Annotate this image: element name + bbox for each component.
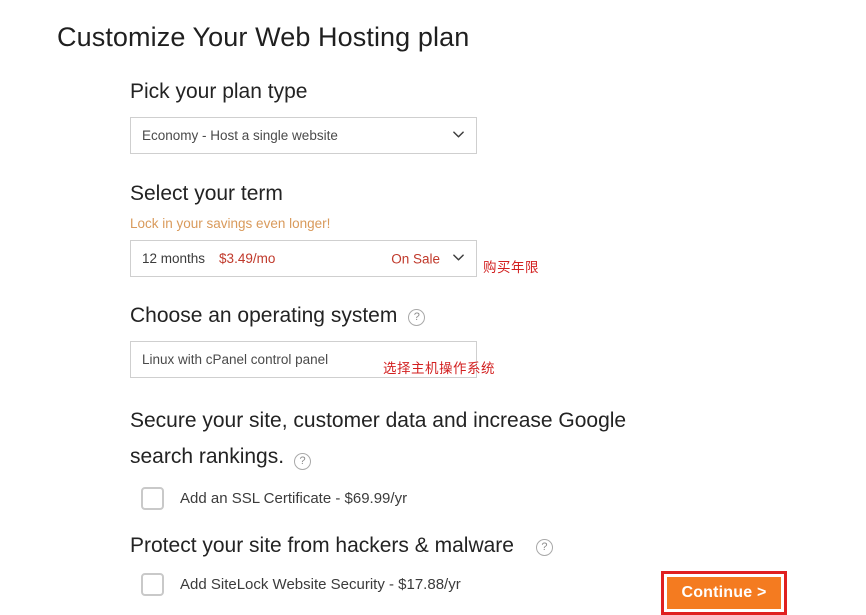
term-sale-badge: On Sale [391,251,440,266]
sitelock-label-row: Protect your site from hackers & malware… [130,532,830,560]
ssl-checkbox[interactable] [141,487,164,510]
ssl-checkbox-row[interactable]: Add an SSL Certificate - $69.99/yr [130,487,830,510]
os-selected-value: Linux with cPanel control panel [142,352,329,367]
term-summary: 12 months $3.49/mo [142,251,275,266]
annotation-os-cn: 选择主机操作系统 [383,361,495,377]
os-label-row: Choose an operating system ? [130,302,830,330]
plan-type-section: Pick your plan type Economy - Host a sin… [130,78,830,154]
plan-type-label: Pick your plan type [130,80,308,103]
ssl-section: Secure your site, customer data and incr… [130,403,830,510]
plan-type-select[interactable]: Economy - Host a single website [130,117,477,154]
term-label: Select your term [130,182,283,205]
sitelock-checkbox-label: Add SiteLock Website Security - $17.88/y… [180,576,461,593]
sitelock-label: Protect your site from hackers & malware [130,534,514,557]
help-circle-icon[interactable]: ? [535,538,553,556]
chevron-down-icon [453,129,464,140]
chevron-down-icon [453,252,464,263]
ssl-label-text: Secure your site, customer data and incr… [130,409,627,468]
term-price-value: $3.49/mo [219,251,276,266]
os-label: Choose an operating system [130,304,398,327]
term-duration-value: 12 months [142,251,206,266]
continue-button-highlight: Continue > [661,571,787,615]
hosting-config-form: Pick your plan type Economy - Host a sin… [130,78,830,596]
page-title: Customize Your Web Hosting plan [57,22,470,53]
page-root: Customize Your Web Hosting plan Pick you… [0,0,866,615]
term-promo-text: Lock in your savings even longer! [130,216,331,231]
term-section: Select your term Lock in your savings ev… [130,180,830,277]
help-circle-icon[interactable]: ? [408,308,426,326]
sitelock-checkbox[interactable] [141,573,164,596]
term-select[interactable]: 12 months $3.49/mo On Sale [130,240,477,277]
continue-button[interactable]: Continue > [667,577,781,609]
plan-type-selected-value: Economy - Host a single website [142,128,338,143]
help-circle-icon[interactable]: ? [294,453,312,470]
annotation-term-cn: 购买年限 [483,260,539,276]
ssl-checkbox-label: Add an SSL Certificate - $69.99/yr [180,490,408,507]
ssl-label: Secure your site, customer data and incr… [130,403,650,475]
